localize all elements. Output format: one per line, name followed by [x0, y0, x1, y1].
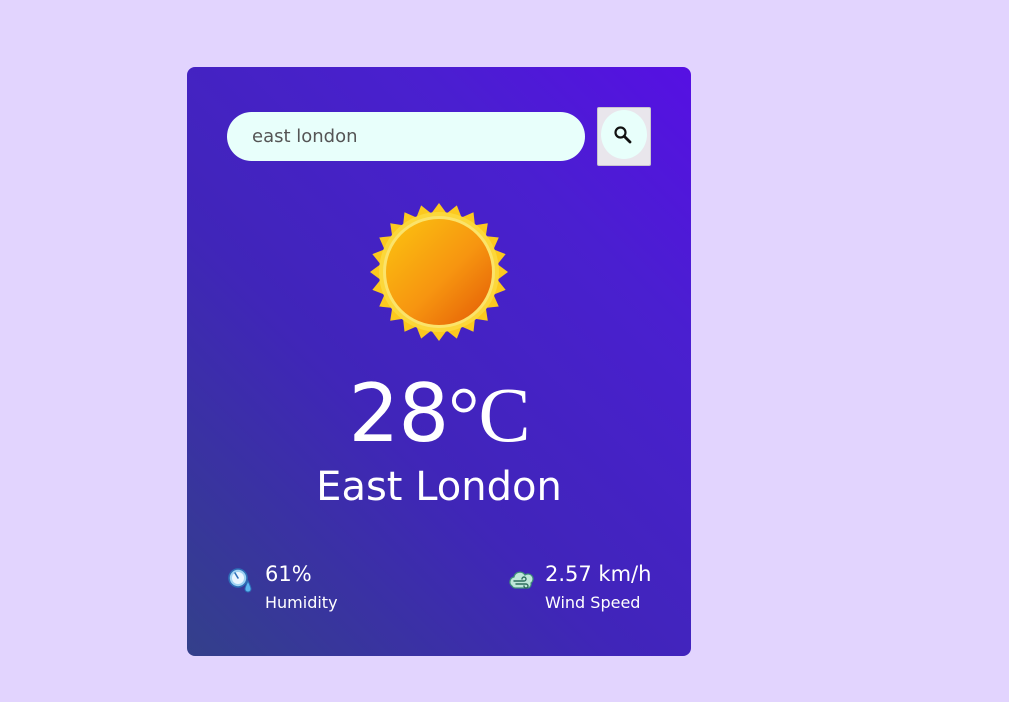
- city-name: East London: [316, 464, 562, 510]
- search-button[interactable]: [597, 107, 651, 166]
- search-input[interactable]: [227, 112, 585, 161]
- wind-icon: [509, 571, 534, 589]
- temperature: 28°C: [187, 369, 691, 460]
- wind-value: 2.57 km/h: [545, 562, 652, 586]
- sun-icon: [370, 203, 508, 341]
- temperature-unit: °C: [448, 371, 530, 458]
- humidity-icon: [228, 568, 252, 593]
- wind-label: Wind Speed: [545, 593, 641, 612]
- search-icon: [614, 126, 632, 144]
- temperature-value: 28: [348, 367, 449, 460]
- humidity-value: 61%: [265, 562, 312, 586]
- weather-card: 28°C East London 61% Humidity 2.57 km/h …: [187, 67, 691, 656]
- humidity-label: Humidity: [265, 593, 338, 612]
- search-bar: [227, 107, 651, 167]
